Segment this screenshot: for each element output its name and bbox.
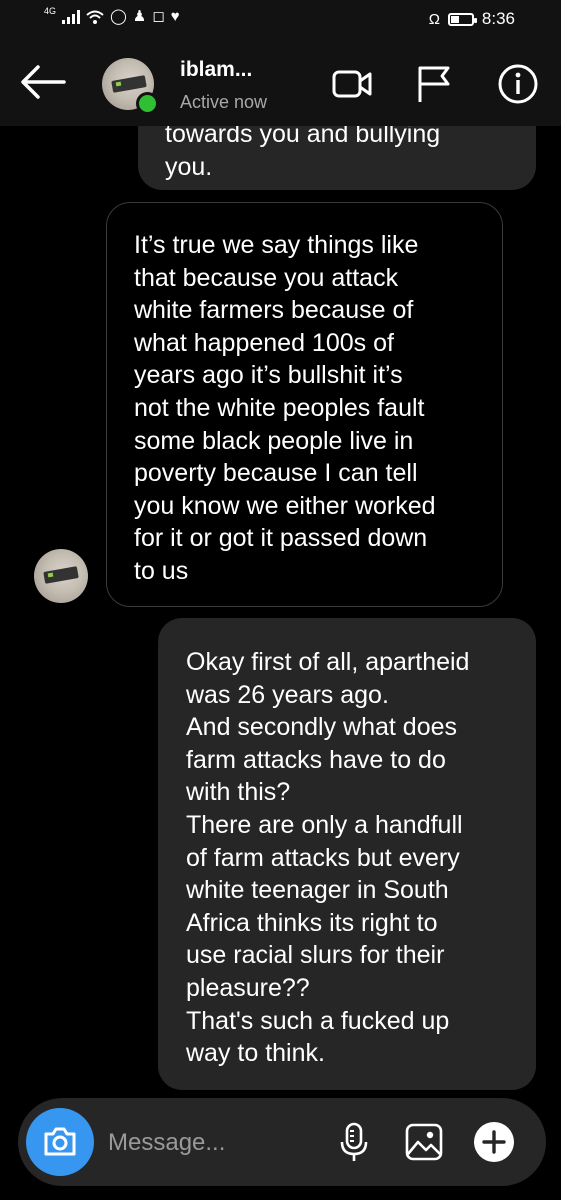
headphones-icon: Ω xyxy=(428,10,440,28)
add-icon[interactable] xyxy=(472,1120,516,1164)
wifi-icon xyxy=(86,10,104,24)
status-right: Ω 8:36 xyxy=(429,9,515,29)
status-time: 8:36 xyxy=(481,9,515,28)
instagram-icon: ◻ xyxy=(152,8,165,25)
gallery-icon[interactable] xyxy=(402,1120,446,1164)
snapchat-icon: ♟ xyxy=(132,8,147,25)
active-status: Active now xyxy=(180,92,268,112)
message-bubble-received[interactable]: It’s true we say things like that becaus… xyxy=(106,202,503,607)
online-indicator xyxy=(136,92,159,115)
signal-icon xyxy=(62,9,81,24)
network-type: 4G xyxy=(44,5,57,16)
video-call-icon[interactable] xyxy=(330,62,374,106)
sender-avatar[interactable] xyxy=(34,549,88,603)
camera-button[interactable] xyxy=(26,1108,94,1176)
back-arrow-icon[interactable] xyxy=(20,62,66,102)
microphone-icon[interactable] xyxy=(332,1120,376,1164)
contact-name[interactable]: iblam... xyxy=(180,58,252,82)
heart-icon: ♥ xyxy=(170,8,180,25)
whatsapp-icon: ◯ xyxy=(110,8,127,25)
battery-icon xyxy=(447,12,477,26)
chat-header: iblam... Active now xyxy=(0,40,561,126)
message-input[interactable] xyxy=(106,1122,310,1164)
status-left: 4G ◯ ♟ ◻ ♥ xyxy=(44,5,180,25)
message-bubble-sent[interactable]: Okay first of all, apartheid was 26 year… xyxy=(158,618,536,1090)
avatar xyxy=(34,549,88,603)
header-avatar[interactable] xyxy=(102,58,159,115)
message-composer xyxy=(18,1098,546,1186)
info-icon[interactable] xyxy=(496,62,540,106)
camera-icon xyxy=(44,1127,76,1156)
flag-icon[interactable] xyxy=(412,62,456,106)
status-bar: 4G ◯ ♟ ◻ ♥ Ω 8:36 xyxy=(0,0,561,40)
